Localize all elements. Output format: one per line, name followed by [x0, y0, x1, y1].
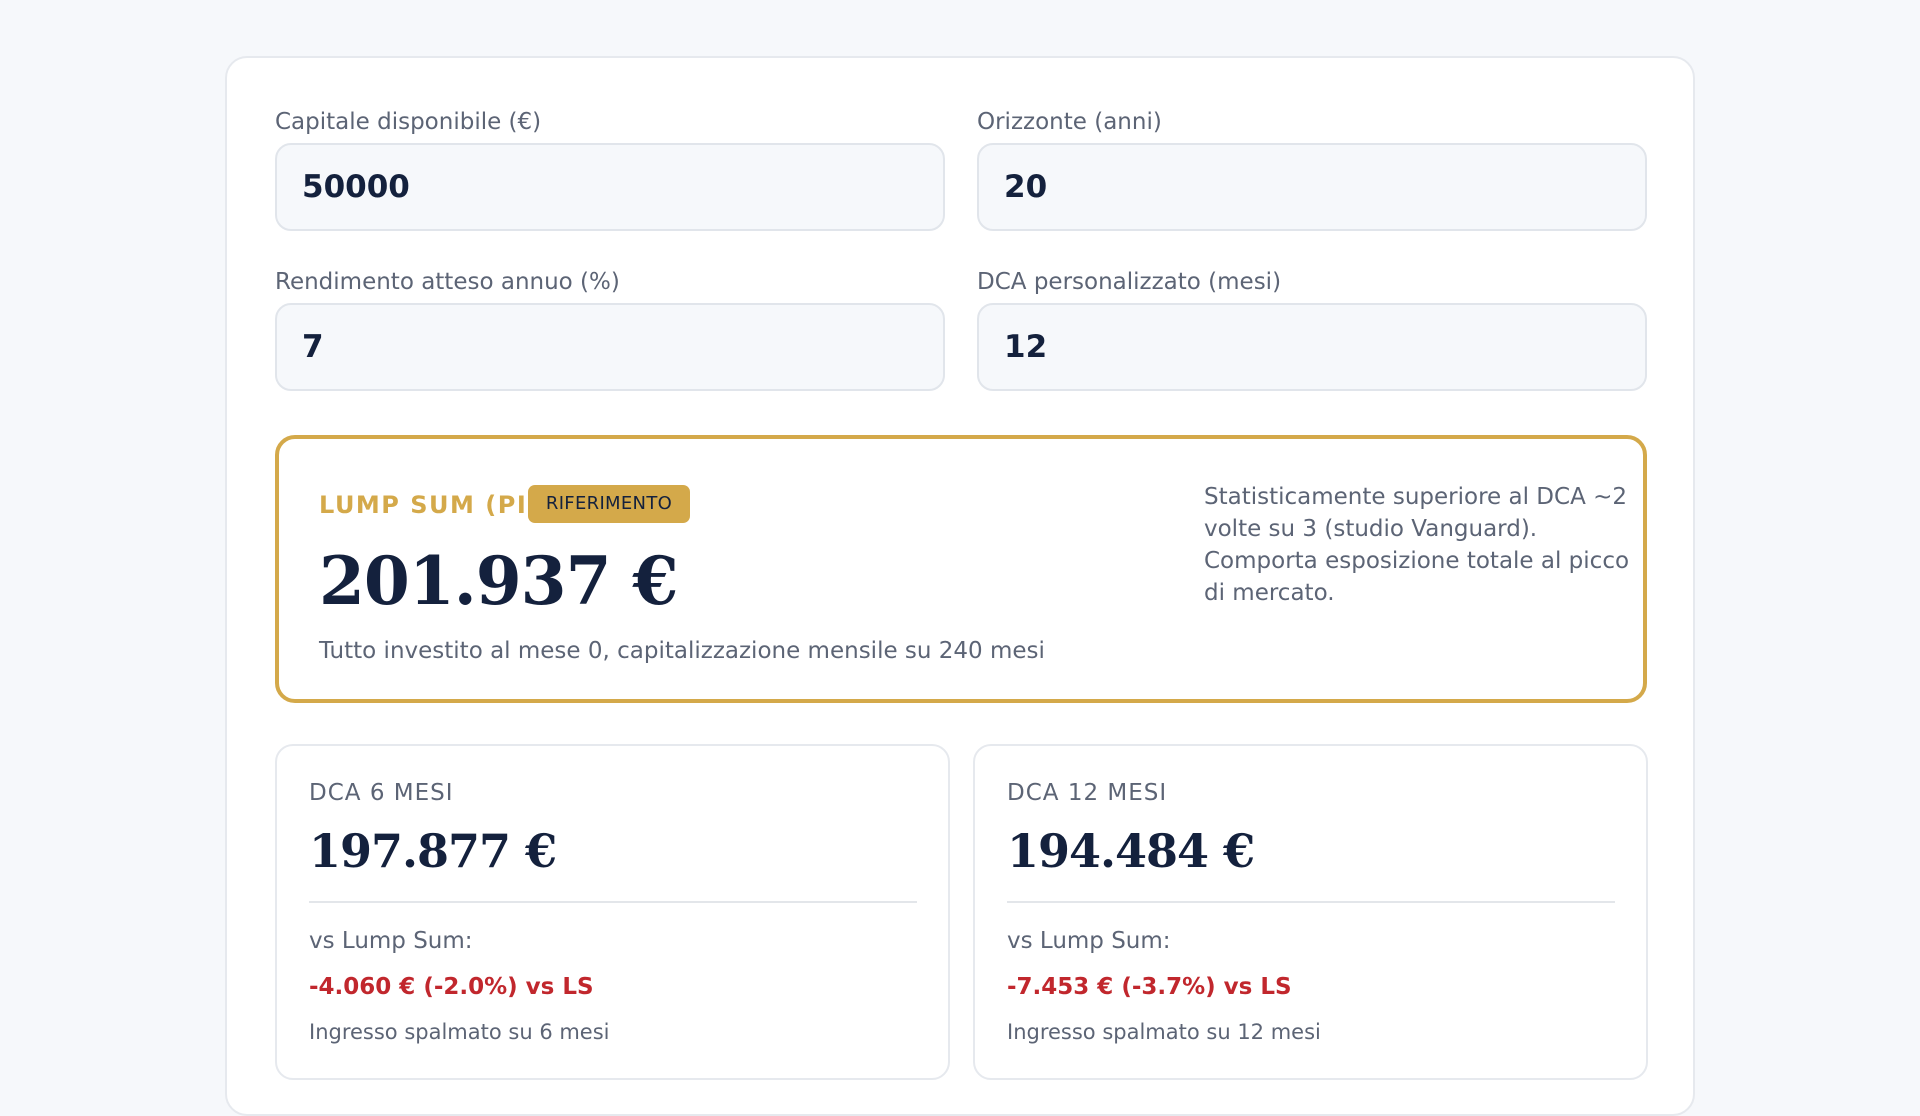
lump-sum-title: LUMP SUM (PIC): [319, 491, 559, 519]
lump-sum-caption: Tutto investito al mese 0, capitalizzazi…: [319, 638, 1045, 664]
custom-dca-input[interactable]: [977, 303, 1647, 391]
capital-field: Capitale disponibile (€): [275, 108, 945, 231]
dca-6-title: DCA 6 MESI: [309, 780, 454, 806]
horizon-label: Orizzonte (anni): [977, 109, 1162, 135]
dca-6-footer: Ingresso spalmato su 6 mesi: [309, 1020, 610, 1044]
dca-12-card: DCA 12 MESI 194.484 € vs Lump Sum: -7.45…: [973, 744, 1648, 1080]
lump-sum-panel: LUMP SUM (PIC) RIFERIMENTO 201.937 € Tut…: [275, 435, 1647, 703]
horizon-input[interactable]: [977, 143, 1647, 231]
calculator-card: Capitale disponibile (€) Orizzonte (anni…: [225, 56, 1695, 1116]
dca-12-value: 194.484 €: [1007, 824, 1255, 878]
reference-badge: RIFERIMENTO: [528, 485, 690, 523]
return-rate-field: Rendimento atteso annuo (%): [275, 268, 945, 391]
dca-12-title: DCA 12 MESI: [1007, 780, 1168, 806]
capital-label: Capitale disponibile (€): [275, 109, 542, 135]
lump-sum-value: 201.937 €: [319, 542, 678, 620]
custom-dca-label: DCA personalizzato (mesi): [977, 269, 1282, 295]
return-rate-label: Rendimento atteso annuo (%): [275, 269, 620, 295]
dca-6-vs-label: vs Lump Sum:: [309, 928, 473, 954]
divider: [1007, 901, 1615, 903]
capital-input[interactable]: [275, 143, 945, 231]
dca-12-footer: Ingresso spalmato su 12 mesi: [1007, 1020, 1321, 1044]
dca-12-delta: -7.453 € (-3.7%) vs LS: [1007, 974, 1292, 1000]
horizon-field: Orizzonte (anni): [977, 108, 1647, 231]
lump-sum-note: Statisticamente superiore al DCA ~2 volt…: [1204, 484, 1630, 606]
dca-6-value: 197.877 €: [309, 824, 557, 878]
dca-6-delta: -4.060 € (-2.0%) vs LS: [309, 974, 594, 1000]
custom-dca-field: DCA personalizzato (mesi): [977, 268, 1647, 391]
dca-6-card: DCA 6 MESI 197.877 € vs Lump Sum: -4.060…: [275, 744, 950, 1080]
divider: [309, 901, 917, 903]
return-rate-input[interactable]: [275, 303, 945, 391]
dca-12-vs-label: vs Lump Sum:: [1007, 928, 1171, 954]
